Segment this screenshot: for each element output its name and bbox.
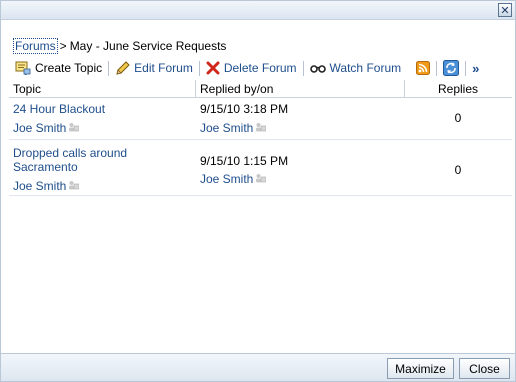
delete-forum-label: Delete Forum bbox=[223, 61, 297, 75]
presence-icon bbox=[68, 121, 80, 135]
create-topic-label: Create Topic bbox=[35, 61, 103, 75]
replied-by-name: Joe Smith bbox=[200, 172, 254, 186]
toolbar-divider bbox=[108, 60, 110, 76]
column-header-topic[interactable]: Topic bbox=[13, 82, 41, 96]
toolbar-divider bbox=[302, 60, 304, 76]
delete-forum-button[interactable]: Delete Forum bbox=[206, 61, 297, 75]
toolbar-divider bbox=[436, 60, 438, 76]
replied-by-link[interactable]: Joe Smith bbox=[200, 172, 267, 186]
table-row: Dropped calls around Sacramento Joe Smith… bbox=[9, 140, 512, 196]
reply-date: 9/15/10 1:15 PM bbox=[200, 154, 289, 168]
presence-icon bbox=[255, 121, 267, 135]
replied-by-link[interactable]: Joe Smith bbox=[200, 121, 267, 135]
close-icon[interactable]: ✕ bbox=[498, 3, 512, 17]
topic-title-line1: Dropped calls around bbox=[13, 146, 128, 160]
more-actions-button[interactable]: » bbox=[472, 61, 479, 76]
topic-author-link[interactable]: Joe Smith bbox=[13, 179, 80, 193]
delete-x-icon bbox=[206, 61, 220, 75]
create-topic-button[interactable]: Create Topic bbox=[15, 61, 102, 75]
refresh-button[interactable] bbox=[443, 60, 460, 76]
topics-table: Topic Replied by/on Replies 24 Hour Blac… bbox=[9, 80, 512, 196]
topic-link[interactable]: 24 Hour Blackout bbox=[13, 102, 105, 116]
dialog-footer: Maximize Close bbox=[1, 353, 515, 381]
dialog-titlebar: ✕ bbox=[1, 1, 515, 20]
rss-feed-button[interactable] bbox=[416, 61, 431, 75]
create-topic-icon bbox=[15, 61, 31, 75]
column-header-replied[interactable]: Replied by/on bbox=[200, 82, 273, 96]
more-chevron-icon: » bbox=[472, 60, 480, 76]
reply-date: 9/15/10 3:18 PM bbox=[200, 102, 289, 116]
topic-link[interactable]: Dropped calls around Sacramento bbox=[13, 146, 127, 174]
reply-count: 0 bbox=[454, 111, 462, 125]
table-header: Topic Replied by/on Replies bbox=[9, 80, 512, 98]
topic-title-line2: Sacramento bbox=[13, 160, 78, 174]
reply-count: 0 bbox=[454, 163, 462, 177]
refresh-icon bbox=[443, 60, 460, 76]
breadcrumb-separator: > bbox=[59, 39, 67, 53]
forum-dialog: ✕ Forums > May - June Service Requests Cre… bbox=[0, 0, 516, 382]
watch-forum-button[interactable]: Watch Forum bbox=[309, 61, 402, 75]
presence-icon bbox=[255, 172, 267, 186]
watch-forum-label: Watch Forum bbox=[329, 61, 402, 75]
edit-forum-label: Edit Forum bbox=[134, 61, 193, 75]
presence-icon bbox=[68, 179, 80, 193]
column-divider bbox=[195, 80, 196, 98]
pencil-icon bbox=[115, 60, 130, 76]
breadcrumb-forums-link[interactable]: Forums bbox=[13, 38, 58, 54]
table-row: 24 Hour Blackout Joe Smith 9/15/10 3:18 … bbox=[9, 98, 512, 140]
forum-toolbar: Create Topic Edit Forum Delete Forum Wat… bbox=[15, 59, 511, 77]
edit-forum-button[interactable]: Edit Forum bbox=[115, 60, 193, 76]
glasses-icon bbox=[309, 62, 326, 74]
column-header-replies[interactable]: Replies bbox=[404, 82, 512, 96]
rss-icon bbox=[416, 61, 431, 75]
author-name: Joe Smith bbox=[13, 121, 67, 135]
maximize-button[interactable]: Maximize bbox=[387, 358, 454, 379]
topic-author-link[interactable]: Joe Smith bbox=[13, 121, 80, 135]
toolbar-divider bbox=[465, 60, 467, 76]
breadcrumb: Forums > May - June Service Requests bbox=[13, 38, 227, 54]
breadcrumb-current: May - June Service Requests bbox=[69, 39, 227, 53]
toolbar-divider bbox=[198, 60, 200, 76]
author-name: Joe Smith bbox=[13, 179, 67, 193]
close-button[interactable]: Close bbox=[459, 358, 510, 379]
replied-by-name: Joe Smith bbox=[200, 121, 254, 135]
